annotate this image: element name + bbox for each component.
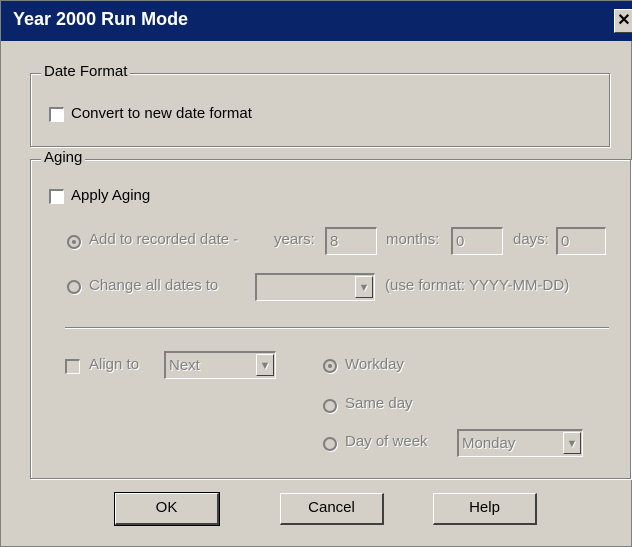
apply-aging-checkbox[interactable] [49,189,64,204]
day-of-week-radio[interactable] [323,437,337,451]
months-input[interactable]: 0 [451,227,503,255]
title-bar[interactable]: Year 2000 Run Mode ✕ [1,1,632,41]
aging-separator [65,327,609,329]
convert-date-checkbox[interactable] [49,107,64,122]
change-all-dates-radio[interactable] [67,280,81,294]
convert-date-label[interactable]: Convert to new date format [71,105,252,122]
ok-button[interactable]: OK [114,492,220,526]
chevron-down-icon[interactable]: ▼ [256,354,274,376]
days-input[interactable]: 0 [556,227,606,255]
same-day-radio[interactable] [323,399,337,413]
aging-legend: Aging [41,149,86,166]
months-label: months: [386,231,440,248]
date-format-hint: (use format: YYYY-MM-DD) [385,277,570,294]
day-of-week-value: Monday [462,435,516,452]
date-format-legend: Date Format [41,63,131,80]
add-to-date-radio[interactable] [67,235,81,249]
align-to-combo[interactable]: Next ▼ [164,351,276,379]
chevron-down-icon[interactable]: ▼ [355,276,373,298]
window-title: Year 2000 Run Mode [13,9,189,29]
day-of-week-label[interactable]: Day of week [345,433,428,450]
change-date-combo[interactable]: ▼ [255,273,375,301]
dialog-window: Year 2000 Run Mode ✕ Date Format Convert… [0,0,632,547]
align-to-label[interactable]: Align to [89,356,139,373]
cancel-button[interactable]: Cancel [280,493,384,525]
years-input[interactable]: 8 [325,227,377,255]
change-all-dates-label[interactable]: Change all dates to [89,277,218,294]
close-icon[interactable]: ✕ [614,9,632,33]
days-label: days: [513,231,549,248]
years-label: years: [274,231,315,248]
align-to-checkbox[interactable] [65,359,80,374]
workday-radio[interactable] [323,359,337,373]
add-to-date-label[interactable]: Add to recorded date - [89,231,238,248]
same-day-label[interactable]: Same day [345,395,413,412]
day-of-week-combo[interactable]: Monday ▼ [457,429,583,457]
help-button[interactable]: Help [433,493,537,525]
align-to-value: Next [169,357,200,374]
apply-aging-label[interactable]: Apply Aging [71,187,150,204]
workday-label[interactable]: Workday [345,356,404,373]
chevron-down-icon[interactable]: ▼ [563,432,581,454]
